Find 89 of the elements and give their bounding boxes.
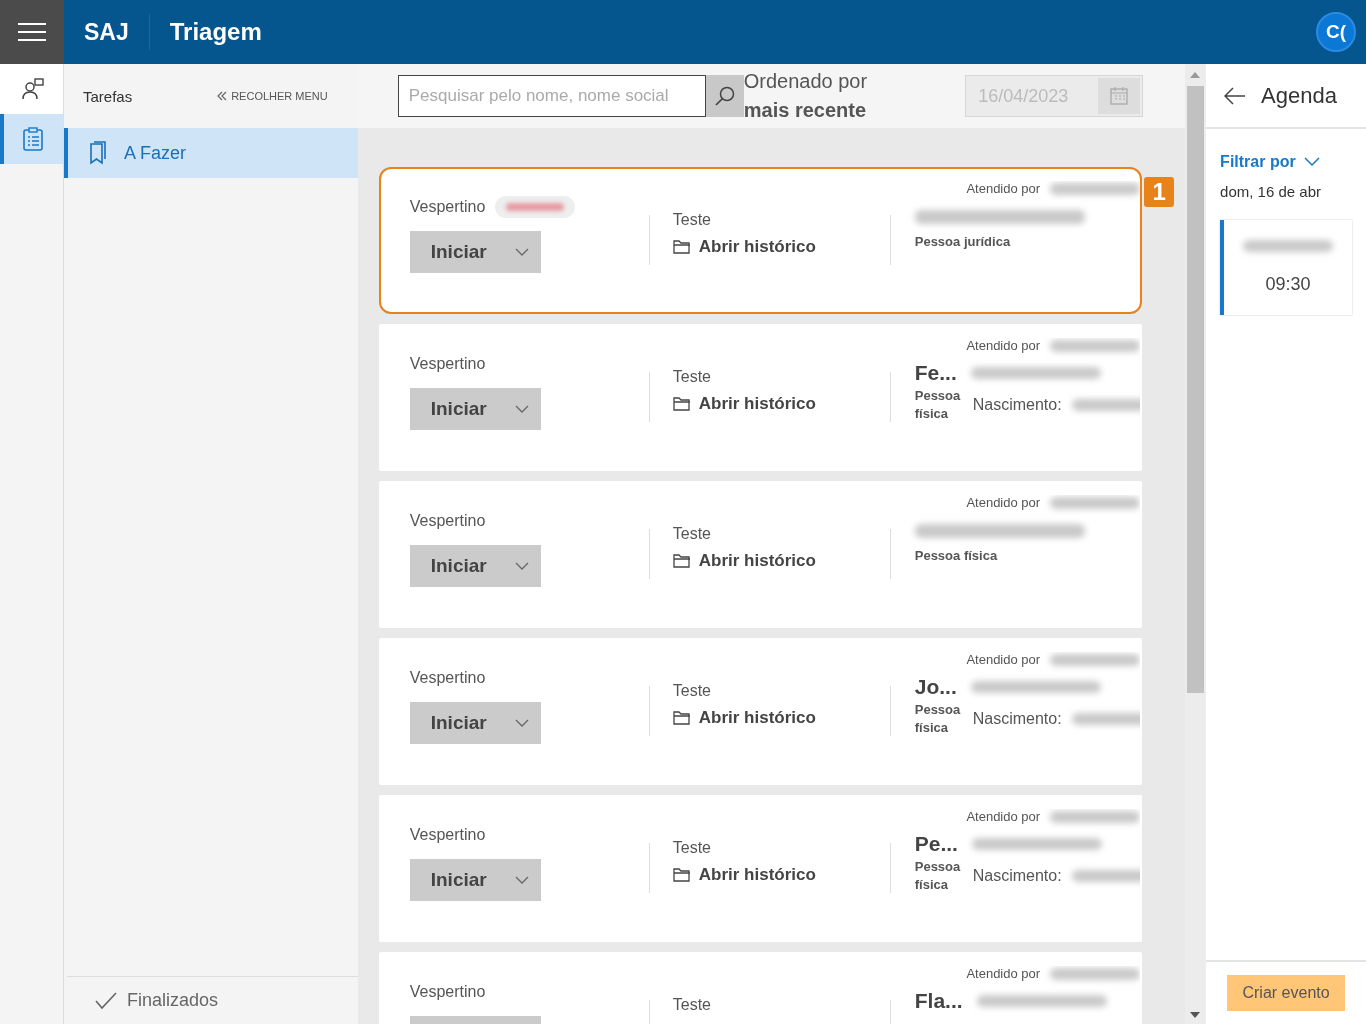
- sidebar-title: Tarefas: [82, 87, 133, 105]
- sort-label: Ordenado por: [743, 69, 868, 94]
- bookmark-icon: [87, 141, 108, 165]
- service-label: Teste: [672, 525, 712, 543]
- history-link[interactable]: Abrir histórico: [672, 394, 890, 414]
- service-label: Teste: [672, 839, 712, 857]
- agenda-title: Agenda: [1261, 82, 1337, 109]
- start-button[interactable]: Iniciar: [409, 231, 541, 273]
- double-chevron-icon: [216, 91, 229, 101]
- person-name: Fla...: [914, 989, 963, 1013]
- attended-label: Atendido por: [966, 338, 1041, 353]
- search-button[interactable]: [705, 75, 744, 117]
- blurred-date: [1071, 870, 1141, 882]
- shift-label: Vespertino: [409, 983, 486, 1001]
- folder-icon: [672, 240, 691, 254]
- event-card[interactable]: 09:30: [1220, 220, 1352, 315]
- attended-label: Atendido por: [966, 966, 1041, 981]
- person-type: Pessoa física: [914, 701, 962, 737]
- sidebar-item[interactable]: A Fazer: [63, 128, 358, 178]
- service-label: Teste: [672, 682, 712, 700]
- folder-icon: [672, 711, 691, 725]
- check-icon: [94, 991, 117, 1010]
- menu-button[interactable]: [0, 0, 64, 64]
- person-chat-button[interactable]: [0, 64, 63, 114]
- menu-icon: [17, 22, 47, 42]
- sort-value[interactable]: mais recente: [743, 96, 868, 125]
- filter-dropdown[interactable]: Filtrar por: [1220, 153, 1366, 171]
- calendar-icon: [1109, 86, 1130, 106]
- history-link[interactable]: Abrir histórico: [672, 551, 890, 571]
- person-type: Pessoa física: [914, 548, 999, 563]
- blurred-date: [1071, 399, 1141, 411]
- collapse-menu-link[interactable]: RECOLHER MENU: [216, 90, 328, 102]
- person-chat-icon: [21, 77, 46, 101]
- chevron-down-icon: [514, 248, 529, 256]
- attended-label: Atendido por: [966, 495, 1041, 510]
- patient-card[interactable]: Vespertino Iniciar Teste Abrir histórico Atendido por Pessoa física: [378, 481, 1143, 628]
- step-badge: 1: [1144, 177, 1175, 207]
- person-name: Jo...: [914, 675, 957, 699]
- shift-label: Vespertino: [409, 826, 486, 844]
- chevron-down-icon: [514, 876, 529, 884]
- person-name: Fe...: [914, 361, 957, 385]
- brand-logo: SAJ: [84, 18, 129, 46]
- person-type: Pessoa física: [914, 387, 962, 423]
- person-type: Pessoa física: [914, 858, 962, 894]
- scroll-down-icon: [1190, 1012, 1201, 1018]
- chevron-down-icon: [1303, 157, 1320, 167]
- chevron-down-icon: [514, 719, 529, 727]
- history-link[interactable]: Abrir histórico: [672, 708, 890, 728]
- person-name: Pe...: [914, 832, 958, 856]
- chevron-down-icon: [514, 405, 529, 413]
- service-label: Teste: [672, 996, 712, 1014]
- search-icon: [713, 85, 736, 107]
- attended-label: Atendido por: [966, 809, 1041, 824]
- finished-item[interactable]: Finalizados: [66, 976, 358, 1024]
- start-button[interactable]: Iniciar: [409, 859, 541, 901]
- clipboard-icon: [22, 127, 45, 151]
- birth-label: Nascimento:: [972, 396, 1062, 414]
- back-arrow-icon[interactable]: [1224, 86, 1247, 105]
- search-field[interactable]: Pesquisar pelo nome, nome social: [397, 75, 706, 117]
- folder-icon: [672, 868, 691, 882]
- person-type: Pessoa jurídica: [914, 234, 1012, 249]
- scroll-up-icon: [1190, 72, 1201, 78]
- folder-icon: [672, 397, 691, 411]
- patient-card[interactable]: Vespertino Teste Atendido por Fla...: [378, 952, 1143, 1024]
- scrollbar[interactable]: [1185, 64, 1206, 1024]
- history-link[interactable]: Abrir histórico: [672, 237, 890, 257]
- user-avatar[interactable]: C(: [1316, 12, 1356, 52]
- attended-label: Atendido por: [966, 181, 1041, 196]
- service-label: Teste: [672, 368, 712, 386]
- blurred-date: [1071, 713, 1141, 725]
- service-label: Teste: [672, 211, 712, 229]
- birth-label: Nascimento:: [972, 710, 1062, 728]
- chevron-down-icon: [514, 562, 529, 570]
- shift-label: Vespertino: [409, 669, 486, 687]
- app-title: Triagem: [169, 18, 262, 46]
- folder-icon: [672, 554, 691, 568]
- start-button[interactable]: Iniciar: [409, 545, 541, 587]
- birth-label: Nascimento:: [972, 867, 1062, 885]
- start-button[interactable]: Iniciar: [409, 702, 541, 744]
- tasks-button[interactable]: [0, 114, 63, 164]
- shift-label: Vespertino: [409, 355, 486, 373]
- shift-label: Vespertino: [409, 198, 486, 216]
- shift-label: Vespertino: [409, 512, 486, 530]
- attended-label: Atendido por: [966, 652, 1041, 667]
- event-time: 09:30: [1265, 274, 1311, 295]
- start-button[interactable]: Iniciar: [409, 388, 541, 430]
- agenda-date: dom, 16 de abr: [1220, 183, 1322, 200]
- history-link[interactable]: Abrir histórico: [672, 865, 890, 885]
- create-event-button[interactable]: Criar evento: [1227, 975, 1345, 1011]
